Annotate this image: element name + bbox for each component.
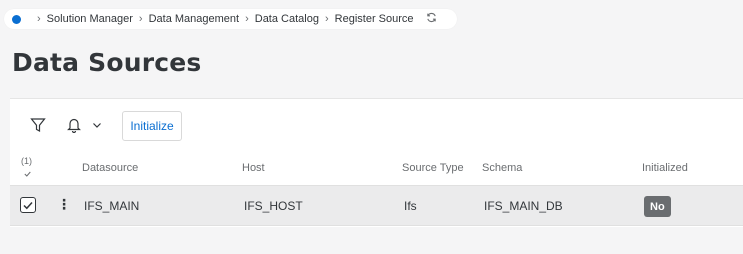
- checkbox-icon[interactable]: [20, 197, 36, 213]
- chevron-right-icon: ›: [324, 13, 329, 25]
- column-header-initialized[interactable]: Initialized: [642, 162, 688, 174]
- bell-icon[interactable]: [67, 117, 83, 135]
- initialize-button[interactable]: Initialize: [122, 111, 182, 141]
- data-sources-panel: Initialize (1) Datasource Host Source Ty…: [10, 98, 743, 227]
- cell-schema: IFS_MAIN_DB: [484, 199, 563, 213]
- table-header: (1) Datasource Host Source Type Schema I…: [10, 151, 743, 185]
- column-header-datasource[interactable]: Datasource: [82, 162, 138, 174]
- selection-count: (1): [21, 156, 32, 166]
- cell-source-type: Ifs: [404, 199, 417, 213]
- refresh-icon[interactable]: [426, 12, 437, 26]
- column-header-source-type[interactable]: Source Type: [402, 162, 464, 174]
- column-header-host[interactable]: Host: [242, 162, 265, 174]
- cell-datasource: IFS_MAIN: [84, 199, 140, 213]
- initialized-status-badge: No: [644, 196, 671, 217]
- chevron-right-icon: ›: [138, 13, 143, 25]
- chevron-right-icon: ›: [245, 13, 249, 25]
- filter-icon[interactable]: [30, 117, 48, 135]
- breadcrumb-item-register-source[interactable]: Register Source: [335, 13, 414, 25]
- more-vertical-icon[interactable]: ⋮: [57, 197, 71, 211]
- cell-host: IFS_HOST: [244, 199, 303, 213]
- breadcrumb-item-data-management[interactable]: Data Management: [149, 13, 240, 25]
- page-title: Data Sources: [12, 48, 202, 77]
- chevron-right-icon: ›: [37, 13, 41, 25]
- check-icon: [24, 170, 31, 179]
- home-dot-icon[interactable]: [12, 14, 21, 24]
- breadcrumb: › Solution Manager › Data Management › D…: [4, 9, 457, 29]
- table-row[interactable]: ⋮ IFS_MAIN IFS_HOST Ifs IFS_MAIN_DB No: [10, 185, 743, 226]
- table-toolbar: Initialize: [10, 99, 743, 151]
- chevron-down-icon[interactable]: [92, 121, 102, 132]
- breadcrumb-item-data-catalog[interactable]: Data Catalog: [255, 13, 319, 25]
- breadcrumb-item-solution-manager[interactable]: Solution Manager: [47, 13, 133, 25]
- column-header-schema[interactable]: Schema: [482, 162, 522, 174]
